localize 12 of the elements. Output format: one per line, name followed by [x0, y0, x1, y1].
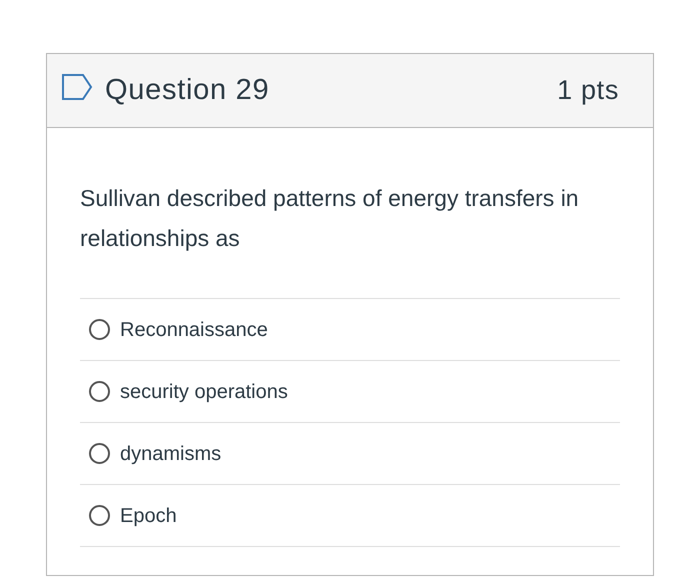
radio-button[interactable]	[89, 443, 110, 464]
option-label: security operations	[120, 380, 288, 404]
radio-button[interactable]	[89, 505, 110, 526]
flag-icon[interactable]	[61, 72, 93, 100]
option-label: dynamisms	[120, 442, 222, 466]
option-label: Reconnaissance	[120, 318, 268, 342]
question-title: Question 29	[105, 72, 270, 108]
option-label: Epoch	[120, 504, 177, 528]
points-label: 1 pts	[557, 74, 619, 108]
radio-button[interactable]	[89, 381, 110, 402]
radio-button[interactable]	[89, 319, 110, 340]
question-text: Sullivan described patterns of energy transfers in relationships as	[80, 184, 580, 253]
